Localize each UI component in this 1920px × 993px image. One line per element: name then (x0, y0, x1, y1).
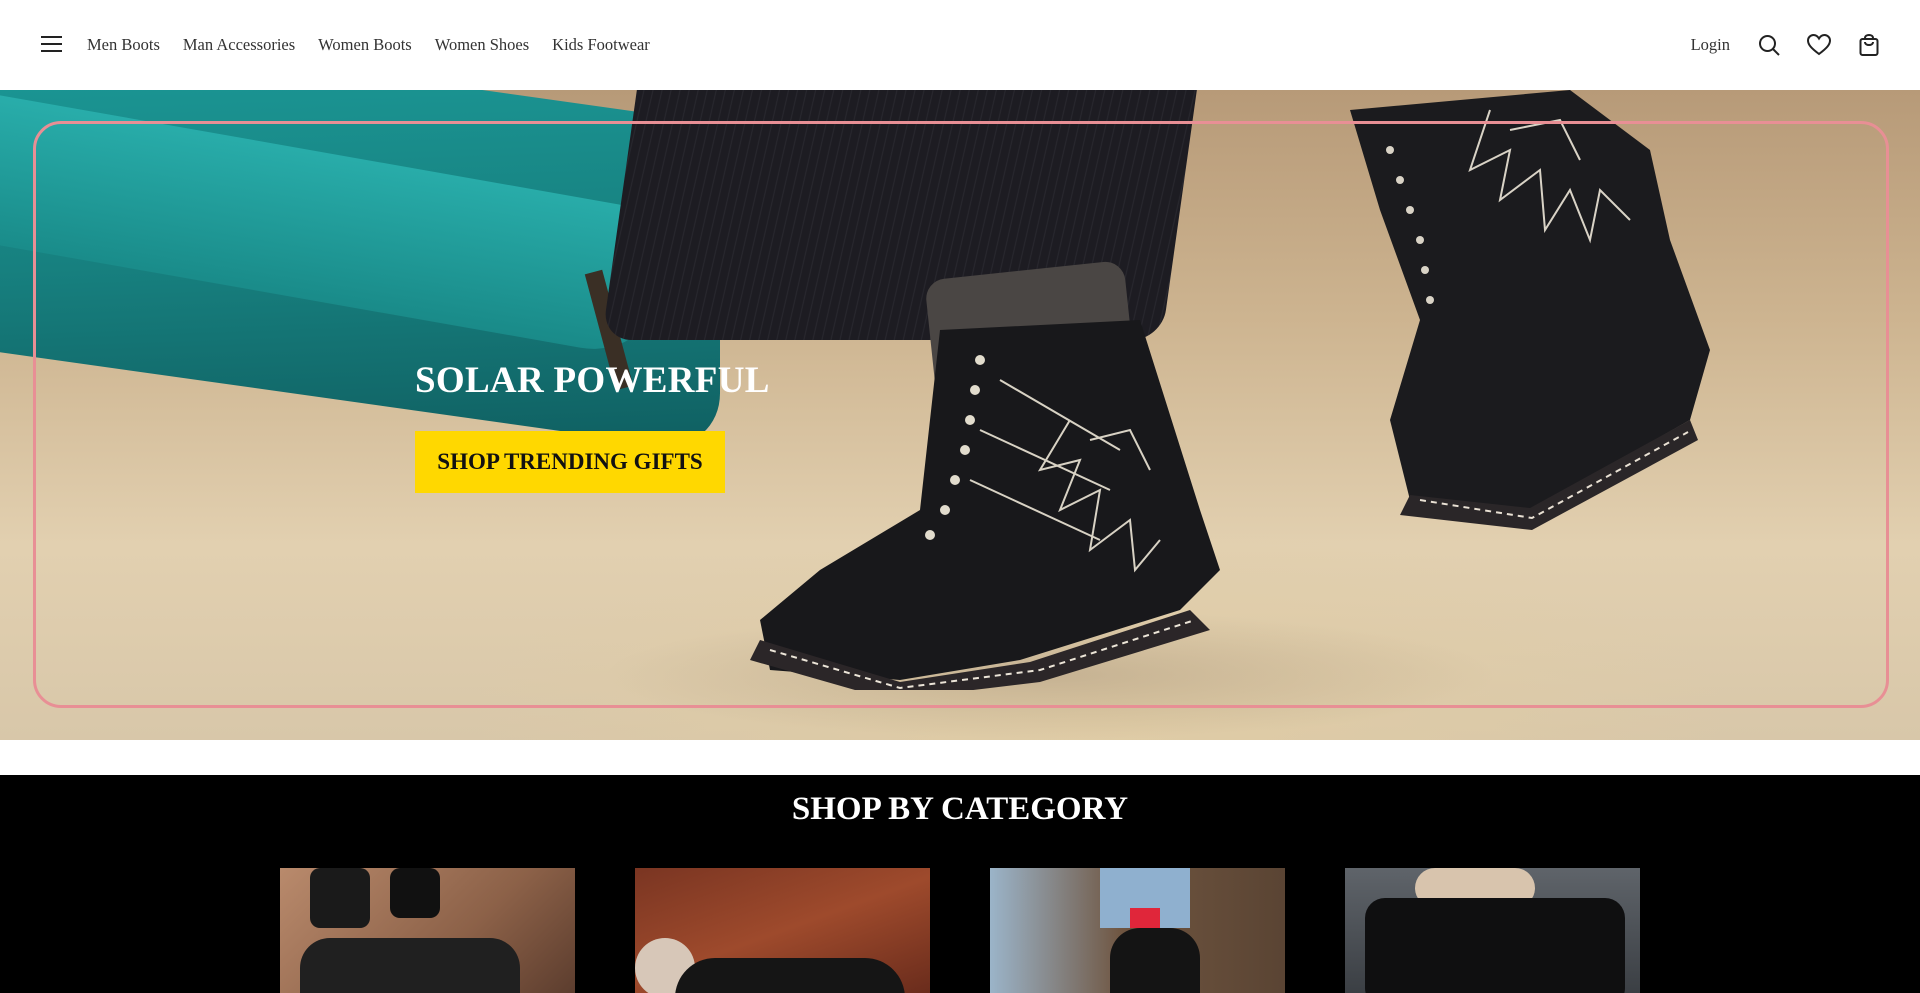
hero-title: SOLAR POWERFUL (415, 360, 770, 401)
category-card-2[interactable] (635, 868, 930, 993)
category-image (1130, 908, 1160, 928)
shop-by-category-section: SHOP BY CATEGORY (0, 775, 1920, 993)
category-card-4[interactable] (1345, 868, 1640, 993)
category-card-1[interactable] (280, 868, 575, 993)
search-icon[interactable] (1756, 32, 1782, 58)
shopping-bag-icon[interactable] (1856, 32, 1882, 58)
hero-banner[interactable]: SOLAR POWERFUL SHOP TRENDING GIFTS (0, 90, 1920, 740)
category-image (300, 938, 520, 993)
login-link[interactable]: Login (1691, 35, 1730, 55)
main-nav: Men Boots Man Accessories Women Boots Wo… (87, 0, 650, 90)
category-image (390, 868, 440, 918)
nav-link-men-boots[interactable]: Men Boots (87, 35, 160, 55)
nav-link-women-boots[interactable]: Women Boots (318, 35, 412, 55)
site-header: Men Boots Man Accessories Women Boots Wo… (0, 0, 1920, 90)
category-card-3[interactable] (990, 868, 1285, 993)
hamburger-menu-icon[interactable] (38, 30, 66, 58)
hero-frame (33, 121, 1889, 708)
category-image (1110, 928, 1200, 993)
shop-trending-gifts-button[interactable]: SHOP TRENDING GIFTS (415, 431, 725, 493)
heart-icon[interactable] (1806, 32, 1832, 58)
category-image (1365, 898, 1625, 993)
nav-link-man-accessories[interactable]: Man Accessories (183, 35, 295, 55)
category-image (675, 958, 905, 993)
category-image (310, 868, 370, 928)
section-title: SHOP BY CATEGORY (791, 791, 1129, 827)
nav-link-kids-footwear[interactable]: Kids Footwear (552, 35, 650, 55)
nav-link-women-shoes[interactable]: Women Shoes (435, 35, 529, 55)
header-tools: Login (1691, 0, 1882, 90)
